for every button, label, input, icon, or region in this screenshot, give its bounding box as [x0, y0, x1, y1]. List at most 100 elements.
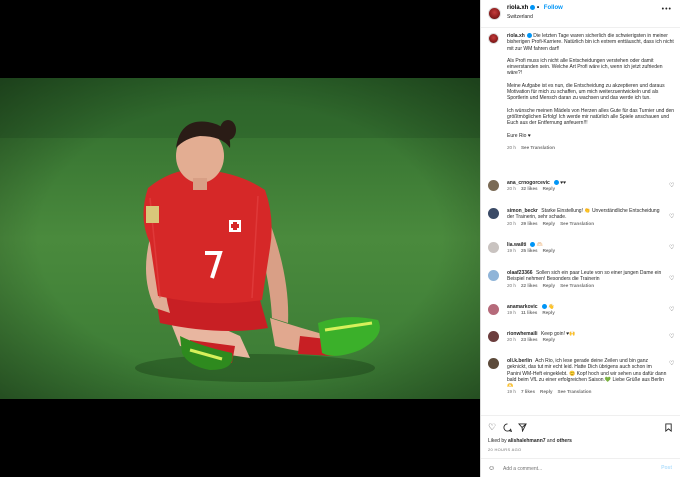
add-comment-input[interactable] [503, 464, 643, 473]
reply-button[interactable]: Reply [543, 283, 556, 288]
comment-meta: 20 h 29 likes Reply See Translation [507, 221, 667, 227]
comment-likes[interactable]: 23 likes [521, 337, 538, 342]
post-time-ago[interactable]: 20 HOURS AGO [488, 447, 521, 452]
comment-meta: 20 h 32 likes Reply [507, 186, 667, 192]
comment-like-heart-icon[interactable]: ♡ [669, 183, 675, 189]
heart-icon[interactable]: ♡ [488, 423, 497, 432]
comments-scroll[interactable]: riola.xh Die letzten Tage waren sicherli… [481, 28, 680, 415]
comment-avatar[interactable] [488, 304, 499, 315]
comment-meta: 19 h 11 likes Reply [507, 310, 667, 316]
comment-time[interactable]: 20 h [507, 283, 516, 288]
comment-like-heart-icon[interactable]: ♡ [669, 361, 675, 367]
see-translation-button[interactable]: See Translation [560, 221, 594, 226]
emoji-icon[interactable]: ☺ [488, 465, 495, 472]
author-line: riola.xh • Follow [507, 5, 563, 11]
comment-like-heart-icon[interactable]: ♡ [669, 334, 675, 340]
author-avatar[interactable] [488, 7, 501, 20]
reply-button[interactable]: Reply [540, 389, 553, 394]
liked-prefix: Liked by [488, 438, 507, 444]
caption-username[interactable]: riola.xh [507, 33, 525, 39]
comment-meta: 20 h 22 likes Reply See Translation [507, 283, 667, 289]
comment-like-heart-icon[interactable]: ♡ [669, 307, 675, 313]
bookmark-icon[interactable] [664, 423, 673, 433]
share-icon[interactable] [517, 423, 527, 433]
see-translation-button[interactable]: See Translation [560, 283, 594, 288]
comment-time[interactable]: 20 h [507, 186, 516, 191]
comment-username[interactable]: rionwhemaili [507, 331, 538, 337]
comment-text: 🫶🏻 [536, 242, 544, 248]
verified-badge-icon [553, 180, 559, 186]
comment-avatar[interactable] [488, 180, 499, 191]
verified-badge-icon [541, 304, 547, 310]
comment-username[interactable]: olaaf23366 [507, 270, 533, 276]
reply-button[interactable]: Reply [542, 310, 555, 315]
post-location[interactable]: Switzerland [507, 14, 533, 20]
comment-body: lia.wailti 🫶🏻 19 h 25 likes Reply [507, 242, 667, 255]
reply-button[interactable]: Reply [543, 337, 556, 342]
comment-avatar[interactable] [488, 331, 499, 342]
caption-time[interactable]: 20 h [507, 145, 516, 150]
caption-avatar[interactable] [488, 33, 499, 44]
see-translation-button[interactable]: See Translation [521, 145, 555, 150]
comment-avatar[interactable] [488, 208, 499, 219]
comment-time[interactable]: 20 h [507, 221, 516, 226]
comment-time[interactable]: 19 h [507, 248, 516, 253]
comment-likes[interactable]: 25 likes [521, 248, 538, 253]
add-comment-bar: ☺ Post [481, 458, 680, 479]
comment-time[interactable]: 20 h [507, 337, 516, 342]
reply-button[interactable]: Reply [543, 221, 556, 226]
verified-badge-icon [530, 242, 536, 248]
post-sidebar: riola.xh • Follow Switzerland ••• riola.… [480, 0, 680, 477]
comment-time[interactable]: 19 h [507, 389, 516, 394]
comment-avatar[interactable] [488, 270, 499, 281]
comment-meta: 19 h 25 likes Reply [507, 248, 667, 254]
comment-username[interactable]: oli.k.berlin [507, 358, 532, 364]
caption-meta: 20 h See Translation [507, 145, 675, 151]
comment-body: olaaf23366 Sollen sich ein paar Leute vo… [507, 270, 667, 289]
comment-username[interactable]: simon_beckr [507, 208, 538, 214]
liked-user[interactable]: alishalehmann7 [508, 438, 546, 444]
comment-username[interactable]: lia.wailti [507, 242, 526, 248]
reply-button[interactable]: Reply [543, 248, 556, 253]
comment-likes[interactable]: 29 likes [521, 221, 538, 226]
comment-likes[interactable]: 22 likes [521, 283, 538, 288]
caption-paragraph: Als Profi muss ich nicht alle Entscheidu… [507, 57, 663, 77]
comment-text: 👋 [547, 304, 555, 310]
soccer-player-image [0, 78, 480, 399]
liked-others[interactable]: others [557, 438, 572, 444]
post-caption: riola.xh Die letzten Tage waren sicherli… [507, 33, 675, 151]
comment-icon[interactable] [503, 423, 513, 433]
comment-likes[interactable]: 7 likes [521, 389, 535, 394]
comment-like-heart-icon[interactable]: ♡ [669, 276, 675, 282]
more-dots-icon[interactable]: ••• [662, 6, 672, 13]
verified-badge-icon [530, 5, 536, 10]
comment-body: rionwhemaili Keep goin! ♥🙌 20 h 23 likes R… [507, 331, 667, 344]
comment-username[interactable]: ana_crnogorcevic [507, 180, 550, 186]
liked-and: and [546, 438, 556, 444]
comment-like-heart-icon[interactable]: ♡ [669, 245, 675, 251]
comment-meta: 20 h 23 likes Reply [507, 337, 667, 343]
caption-paragraph: Ich wünsche meinen Mädels von Herzen all… [507, 107, 675, 127]
caption-paragraph: Die letzten Tage waren sicherlich die sc… [507, 33, 674, 52]
comment-like-heart-icon[interactable]: ♡ [669, 214, 675, 220]
comment-likes[interactable]: 32 likes [521, 186, 538, 191]
post-comment-button[interactable]: Post [661, 465, 672, 471]
comment-text: ♥♥ [560, 180, 567, 186]
verified-badge-icon [526, 33, 532, 39]
author-username[interactable]: riola.xh [507, 5, 528, 11]
comment-likes[interactable]: 11 likes [521, 310, 537, 315]
comment-body: ana_crnogorcevic ♥♥ 20 h 32 likes Reply [507, 180, 667, 193]
comment-avatar[interactable] [488, 358, 499, 369]
post-photo[interactable] [0, 78, 480, 399]
caption-paragraph: Meine Aufgabe ist es nun, die Entscheidu… [507, 82, 665, 102]
separator-dot: • [537, 5, 540, 12]
reply-button[interactable]: Reply [543, 186, 556, 191]
comment-body: oli.k.berlin Ach Rio, ich lese gerade de… [507, 358, 667, 396]
caption-paragraph: Eure Rio ♥ [507, 132, 531, 139]
comment-meta: 19 h 7 likes Reply See Translation [507, 389, 667, 395]
comment-username[interactable]: anamarkovic [507, 304, 538, 310]
comment-avatar[interactable] [488, 242, 499, 253]
comment-time[interactable]: 19 h [507, 310, 516, 315]
see-translation-button[interactable]: See Translation [558, 389, 592, 394]
follow-button[interactable]: Follow [544, 5, 563, 11]
